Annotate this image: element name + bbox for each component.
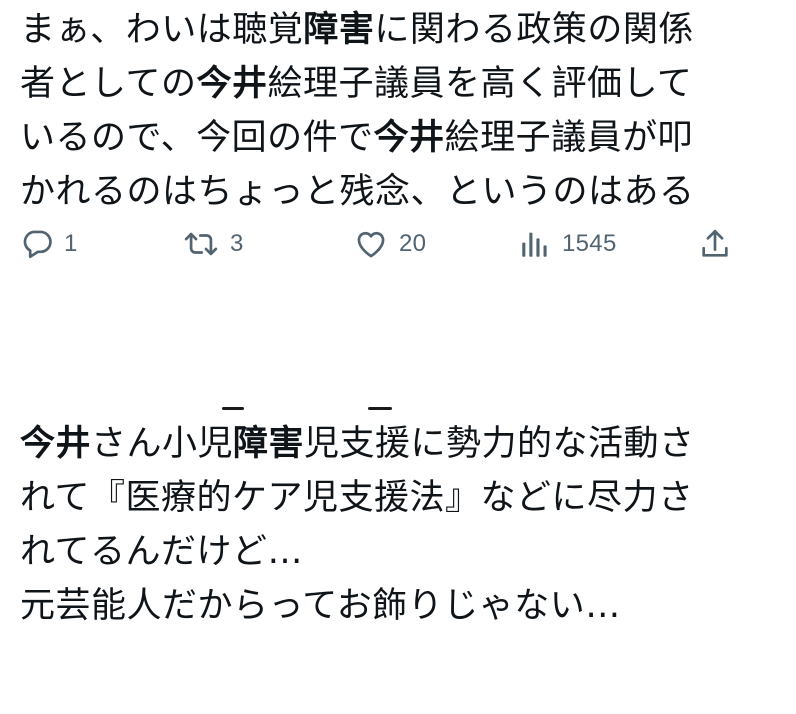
highlighted-term: 障害: [303, 10, 375, 50]
tweet-line: 者としての今井絵理子議員を高く評価して: [20, 57, 790, 111]
tweet-line: 今井さん小児障害児支援に勢力的な活動さ: [20, 417, 790, 471]
text-segment: 絵理子議員を高く評価して: [267, 64, 693, 104]
views-icon: [518, 227, 552, 261]
text-segment: 元芸能人だからってお飾りじゃない…: [20, 586, 621, 626]
reply-count: 1: [64, 230, 78, 257]
tweet-text: 今井さん小児障害児支援に勢力的な活動さ れて『医療的ケア児支援法』などに尽力さ …: [20, 417, 790, 633]
highlighted-term: 障害: [233, 424, 305, 464]
reply-button[interactable]: 1: [20, 222, 78, 266]
text-segment: れてるんだけど…: [20, 532, 303, 572]
like-count: 20: [399, 230, 427, 257]
tweet-line: まぁ、わいは聴覚障害に関わる政策の関係: [20, 3, 790, 57]
crop-edge-mark: [368, 407, 392, 410]
highlighted-term: 今井: [20, 424, 92, 464]
tweet-line: いるので、今回の件で今井絵理子議員が叩: [20, 111, 790, 165]
text-segment: に関わる政策の関係: [374, 10, 694, 50]
text-segment: 児支援に勢力的な活動さ: [304, 424, 695, 464]
like-button[interactable]: 20: [353, 222, 426, 266]
views-button[interactable]: 1545: [518, 222, 617, 266]
retweet-button[interactable]: 3: [182, 222, 244, 266]
reply-icon: [20, 227, 54, 261]
tweet-line: かれるのはちょっと残念、というのはある: [20, 165, 790, 219]
tweet-line: 元芸能人だからってお飾りじゃない…: [20, 579, 790, 633]
tweet-text: まぁ、わいは聴覚障害に関わる政策の関係 者としての今井絵理子議員を高く評価して …: [20, 3, 790, 219]
share-icon: [698, 227, 732, 261]
text-segment: 絵理子議員が叩: [444, 118, 694, 158]
tweet-line: れてるんだけど…: [20, 525, 790, 579]
heart-icon: [353, 227, 389, 261]
highlighted-term: 今井: [196, 64, 268, 104]
text-segment: 者としての: [20, 64, 197, 104]
text-segment: かれるのはちょっと残念、というのはある: [20, 172, 695, 212]
text-segment: まぁ、わいは聴覚: [20, 10, 304, 50]
views-count: 1545: [562, 230, 617, 257]
tweet-line: れて『医療的ケア児支援法』などに尽力さ: [20, 471, 790, 525]
text-segment: いるので、今回の件で: [20, 118, 374, 158]
retweet-icon: [182, 227, 220, 261]
crop-edge-mark: [222, 407, 244, 410]
text-segment: れて『医療的ケア児支援法』などに尽力さ: [20, 478, 694, 518]
retweet-count: 3: [230, 230, 244, 257]
share-button[interactable]: [698, 222, 732, 266]
text-segment: さん小児: [91, 424, 234, 464]
tweet-action-bar: 1 3 20 1545: [20, 222, 740, 266]
highlighted-term: 今井: [373, 118, 445, 158]
